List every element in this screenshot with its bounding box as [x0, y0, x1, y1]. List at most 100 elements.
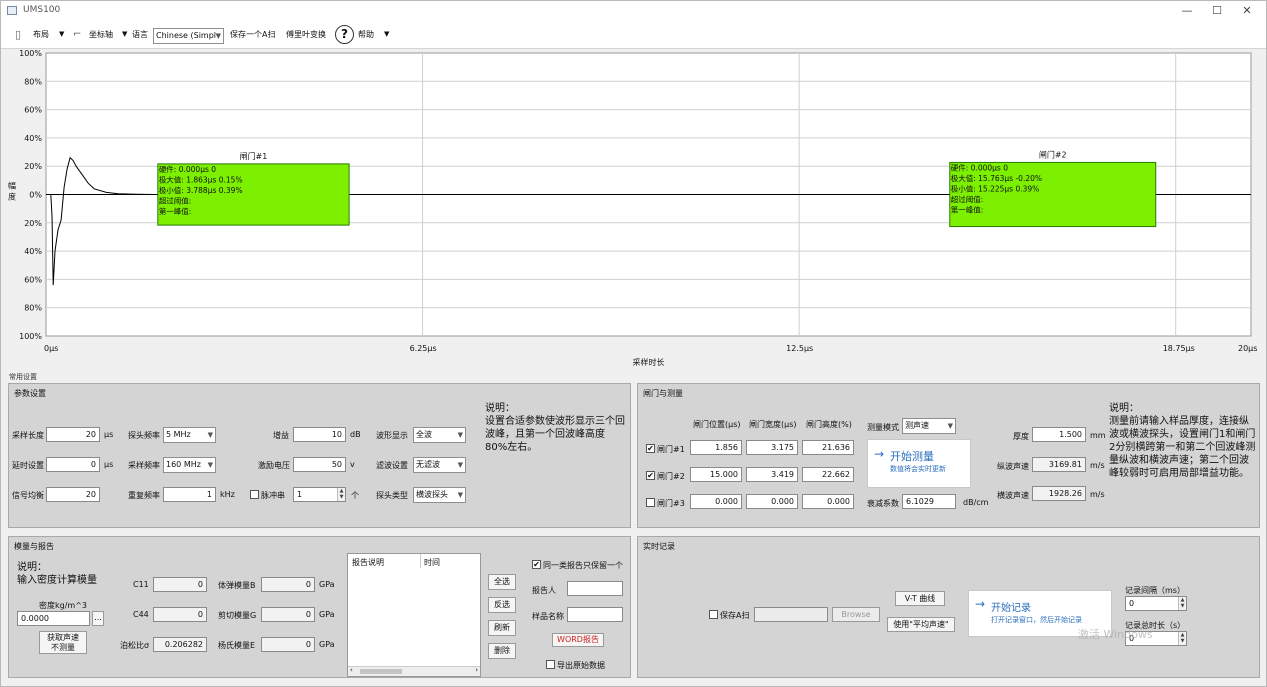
avg-input[interactable]: 20	[46, 487, 100, 502]
filter-select[interactable]: 无滤波 ▼	[413, 457, 466, 473]
delay-unit: μs	[104, 460, 114, 469]
gate-1-pos-input[interactable]: 1.856	[690, 440, 742, 455]
save-a-checkbox[interactable]	[709, 610, 718, 619]
thickness-unit: mm	[1090, 431, 1106, 440]
y-tick-label: 60%	[24, 106, 42, 115]
c44-label: C44	[133, 610, 149, 619]
gate-3-label: 闸门#3	[657, 499, 685, 508]
horizontal-scrollbar[interactable]: ‹ ›	[348, 666, 480, 676]
gate-3-pos-input[interactable]: 0.000	[690, 494, 742, 509]
mode-select[interactable]: 测声速 ▼	[902, 418, 956, 434]
language-select[interactable]: Chinese (Simpl ▼	[153, 28, 224, 44]
gate-2-pos-input[interactable]: 15.000	[690, 467, 742, 482]
chevron-down-icon[interactable]: ▼	[59, 20, 64, 49]
density-input[interactable]: 0.0000	[17, 611, 90, 626]
help-button[interactable]: 帮助	[358, 20, 374, 49]
window-title: UMS100	[23, 5, 61, 15]
vt-curve-button[interactable]: V-T 曲线	[895, 591, 945, 606]
y-tick-label: 20%	[24, 162, 42, 171]
gate-1-width-input[interactable]: 3.175	[746, 440, 798, 455]
y-tick-label: 100%	[19, 332, 42, 341]
rep-freq-input[interactable]: 1	[163, 487, 216, 502]
gate-1-height-input[interactable]: 21.636	[802, 440, 854, 455]
start-measure-button[interactable]: → 开始测量 数值将会实时更新	[867, 439, 971, 488]
gate-1-label: 闸门#1	[657, 445, 685, 454]
refresh-button[interactable]: 刷新	[488, 620, 516, 636]
language-label: 语言	[132, 30, 148, 39]
gain-unit: dB	[350, 430, 361, 439]
app-icon	[7, 6, 17, 15]
gate-1-checkbox[interactable]: ✔	[646, 444, 655, 453]
gate-3-height-input[interactable]: 0.000	[802, 494, 854, 509]
c11-value: 0	[153, 577, 207, 592]
word-report-button[interactable]: WORD报告	[552, 633, 604, 647]
gate-1-name: 闸门#1	[240, 151, 268, 161]
maximize-icon[interactable]: ☐	[1202, 1, 1232, 20]
c11-label: C11	[133, 580, 149, 589]
bulk-unit: GPa	[319, 580, 335, 589]
density-more-button[interactable]: ...	[92, 611, 104, 626]
select-all-button[interactable]: 全选	[488, 574, 516, 590]
excite-input[interactable]: 50	[293, 457, 346, 472]
get-velocity-button[interactable]: 获取声速 不测量	[39, 631, 87, 654]
spin-arrows-icon[interactable]: ▲ ▼	[337, 488, 345, 501]
help-icon[interactable]: ?	[335, 25, 354, 44]
minimize-icon[interactable]: —	[1172, 1, 1202, 20]
delay-input[interactable]: 0	[46, 457, 100, 472]
gate-2-height-input[interactable]: 22.662	[802, 467, 854, 482]
interval-label: 记录间隔（ms）	[1125, 586, 1185, 595]
export-raw-checkbox[interactable]	[546, 660, 555, 669]
fourier-button[interactable]: 傅里叶变换	[286, 20, 326, 49]
chevron-down-icon[interactable]: ▼	[384, 20, 389, 49]
wave-select[interactable]: 全波 ▼	[413, 427, 466, 443]
gate-3-checkbox[interactable]	[646, 498, 655, 507]
gate-2-checkbox[interactable]: ✔	[646, 471, 655, 480]
spin-arrows-icon[interactable]: ▲ ▼	[1178, 597, 1186, 610]
save-scan-button[interactable]: 保存一个A扫	[230, 20, 275, 49]
report-list[interactable]: 报告说明 时间 ‹ ›	[347, 553, 481, 677]
atten-label: 衰减系数	[867, 499, 899, 508]
gate-3-width-input[interactable]: 0.000	[746, 494, 798, 509]
young-label: 杨氏模量E	[218, 641, 256, 650]
gate-2-width-input[interactable]: 3.419	[746, 467, 798, 482]
probe-freq-select[interactable]: 5 MHz ▼	[163, 427, 216, 443]
y-axis-label: 度	[8, 192, 16, 202]
gate-1-readout: 极大值: 1.863μs 0.15%	[159, 174, 243, 184]
reporter-input[interactable]	[567, 581, 623, 596]
probe-type-select[interactable]: 横波探头 ▼	[413, 487, 466, 503]
keep-one-checkbox[interactable]: ✔	[532, 560, 541, 569]
interval-stepper[interactable]: 0 ▲ ▼	[1125, 596, 1187, 611]
spin-arrows-icon[interactable]: ▲ ▼	[1178, 632, 1186, 645]
atten-input[interactable]: 6.1029	[902, 494, 956, 509]
x-tick-label: 18.75μs	[1163, 344, 1195, 353]
params-note: 说明： 设置合适参数使波形显示三个回波峰，且第一个回波峰高度80%左右。	[485, 403, 625, 453]
gate-2-readout: 超过阈值:	[951, 194, 984, 204]
axis-icon: ⌐	[73, 29, 82, 40]
waveform-chart[interactable]: 0μs 6.25μs 12.5μs 18.75μs 20μs 100% 80% 60% 40% 2…	[1, 49, 1266, 370]
col-report-time: 时间	[424, 558, 440, 567]
thickness-input[interactable]: 1.500	[1032, 427, 1086, 442]
realtime-panel: 实时记录 保存A扫 Browse V-T 曲线 使用"平均声速" → 开始记录 …	[637, 536, 1260, 678]
pulse-checkbox[interactable]	[250, 490, 259, 499]
close-icon[interactable]: ✕	[1232, 1, 1262, 20]
x-tick-label: 6.25μs	[410, 344, 437, 353]
use-avg-velocity-button[interactable]: 使用"平均声速"	[887, 617, 955, 632]
sample-name-input[interactable]	[567, 607, 623, 622]
col-gate-pos: 闸门位置(μs)	[693, 420, 741, 429]
pulse-stepper[interactable]: 1 ▲ ▼	[293, 487, 346, 502]
delete-button[interactable]: 删除	[488, 643, 516, 659]
browse-button[interactable]: Browse	[832, 607, 880, 622]
gate-2-readout: 第一峰值:	[951, 204, 984, 214]
save-path-input[interactable]	[754, 607, 828, 622]
realtime-title: 实时记录	[643, 542, 675, 551]
axis-button[interactable]: 坐标轴	[89, 20, 113, 49]
y-tick-label: 60%	[24, 275, 42, 284]
sample-length-input[interactable]: 20	[46, 427, 100, 442]
invert-selection-button[interactable]: 反选	[488, 597, 516, 613]
layout-button[interactable]: 布局	[33, 20, 49, 49]
chevron-down-icon[interactable]: ▼	[122, 20, 127, 49]
atten-unit: dB/cm	[963, 498, 989, 507]
gate-2-readout: 极大值: 15.763μs -0.20%	[951, 173, 1042, 183]
sample-freq-select[interactable]: 160 MHz ▼	[163, 457, 216, 473]
gain-input[interactable]: 10	[293, 427, 346, 442]
